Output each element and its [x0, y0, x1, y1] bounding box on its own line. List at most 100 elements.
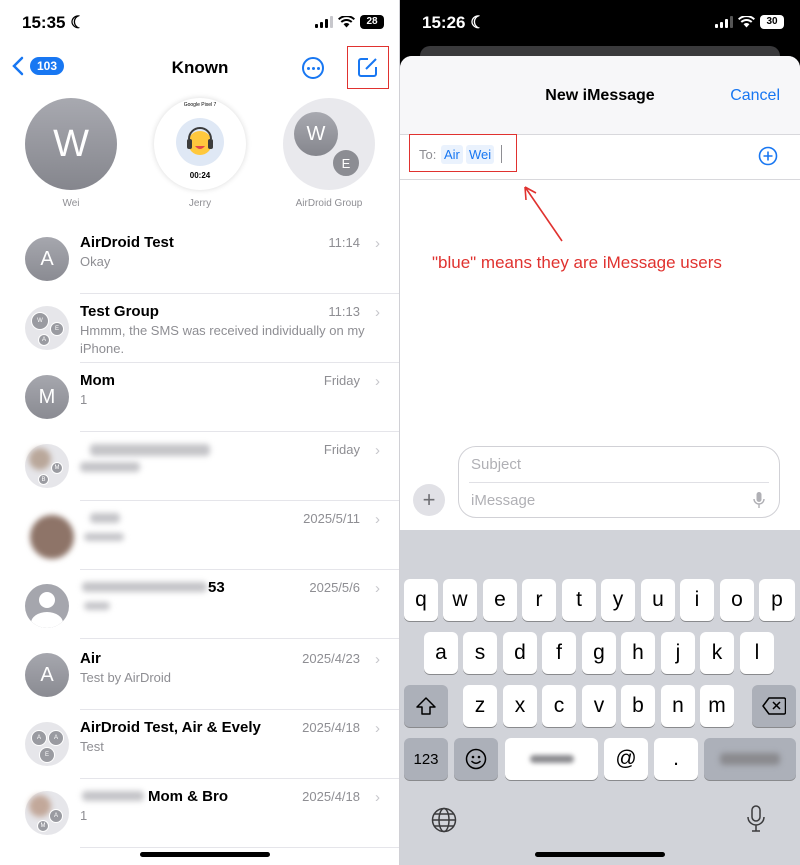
- subject-field[interactable]: Subject: [471, 456, 521, 473]
- key-g[interactable]: g: [582, 632, 616, 674]
- chevron-right-icon: ›: [375, 720, 380, 737]
- dictation-mic-icon[interactable]: [753, 491, 765, 509]
- conversation-row[interactable]: A M Mom & Bro 2025/4/18 › 1: [0, 779, 400, 848]
- signal-icon: [715, 16, 733, 28]
- globe-icon[interactable]: [431, 807, 457, 833]
- delete-key[interactable]: [752, 685, 796, 727]
- compose-icon[interactable]: [357, 56, 379, 78]
- home-indicator[interactable]: [535, 852, 665, 857]
- conversation-row[interactable]: A Air 2025/4/23 › Test by AirDroid: [0, 641, 400, 710]
- conversation-row[interactable]: A A E AirDroid Test, Air & Evely 2025/4/…: [0, 710, 400, 779]
- chevron-right-icon: ›: [375, 651, 380, 668]
- numbers-key[interactable]: 123: [404, 738, 448, 780]
- conversation-preview: Test: [80, 739, 104, 754]
- redacted-key-label: [720, 753, 780, 765]
- emoji-key[interactable]: [454, 738, 498, 780]
- avatar: A: [25, 237, 69, 281]
- key-l[interactable]: l: [740, 632, 774, 674]
- period-key[interactable]: .: [654, 738, 698, 780]
- key-r[interactable]: r: [522, 579, 556, 621]
- key-t[interactable]: t: [562, 579, 596, 621]
- home-indicator[interactable]: [140, 852, 270, 857]
- key-w[interactable]: w: [443, 579, 477, 621]
- conversation-row[interactable]: M B Friday ›: [0, 432, 400, 501]
- divider: [469, 482, 769, 483]
- redacted-preview: [80, 462, 140, 472]
- key-s[interactable]: s: [463, 632, 497, 674]
- cancel-button[interactable]: Cancel: [730, 87, 780, 105]
- chevron-right-icon: ›: [375, 511, 380, 528]
- key-m[interactable]: m: [700, 685, 734, 727]
- pinned-contact-wei[interactable]: W Wei: [25, 98, 117, 209]
- conversation-row[interactable]: M Mom Friday › 1: [0, 363, 400, 432]
- backspace-icon: [762, 697, 786, 715]
- chevron-right-icon: ›: [375, 580, 380, 597]
- recipient-chip-air[interactable]: Air: [441, 145, 463, 164]
- redacted-name: [90, 513, 120, 523]
- attachment-plus-button[interactable]: +: [413, 484, 445, 516]
- key-q[interactable]: q: [404, 579, 438, 621]
- conversation-preview: 1: [80, 392, 88, 407]
- conversation-time: 2025/5/6: [309, 580, 360, 595]
- space-key[interactable]: [505, 738, 598, 780]
- redacted-avatar: [30, 515, 74, 559]
- key-c[interactable]: c: [542, 685, 576, 727]
- battery-icon: 28: [360, 15, 384, 29]
- redacted-name: [82, 791, 144, 801]
- chevron-right-icon: ›: [375, 442, 380, 459]
- conversation-name: 53: [208, 579, 225, 596]
- conversation-row[interactable]: 2025/5/11 ›: [0, 501, 400, 570]
- wifi-icon: [338, 16, 355, 28]
- key-a[interactable]: a: [424, 632, 458, 674]
- key-o[interactable]: o: [720, 579, 754, 621]
- signal-icon: [315, 16, 333, 28]
- status-time: 15:35 ☾: [22, 13, 86, 32]
- key-e[interactable]: e: [483, 579, 517, 621]
- conversation-row[interactable]: A AirDroid Test 11:14 › Okay: [0, 225, 400, 294]
- pinned-contact-jerry[interactable]: Google Pixel 7 00:24 Jerry: [154, 98, 246, 209]
- redacted-preview: [84, 602, 110, 610]
- key-p[interactable]: p: [759, 579, 795, 621]
- key-n[interactable]: n: [661, 685, 695, 727]
- conversation-name: Air: [80, 650, 101, 667]
- conversation-preview: 1: [80, 808, 88, 823]
- pinned-name: Jerry: [188, 198, 212, 209]
- microphone-icon[interactable]: [747, 805, 765, 833]
- key-z[interactable]: z: [463, 685, 497, 727]
- conversation-time: 11:14: [328, 235, 360, 250]
- page-title: Known: [171, 58, 229, 77]
- group-avatar: M B: [25, 444, 69, 488]
- conversation-row[interactable]: W E A Test Group 11:13 › Hmmm, the SMS w…: [0, 294, 400, 363]
- chevron-right-icon: ›: [375, 304, 380, 321]
- new-imessage-screen: 15:26 ☾ 30 New iMessage Cancel To: Air W…: [400, 0, 800, 865]
- conversation-name: AirDroid Test, Air & Evely: [80, 719, 261, 736]
- key-x[interactable]: x: [503, 685, 537, 727]
- key-f[interactable]: f: [542, 632, 576, 674]
- battery-icon: 30: [760, 15, 784, 29]
- pinned-contact-airdroid-group[interactable]: W E AirDroid Group: [283, 98, 375, 209]
- conversation-name: Test Group: [80, 303, 159, 320]
- key-b[interactable]: b: [621, 685, 655, 727]
- key-y[interactable]: y: [601, 579, 635, 621]
- add-contact-icon[interactable]: [758, 146, 778, 166]
- shift-key[interactable]: [404, 685, 448, 727]
- conversation-row[interactable]: 53 2025/5/6 ›: [0, 570, 400, 639]
- key-i[interactable]: i: [680, 579, 714, 621]
- key-v[interactable]: v: [582, 685, 616, 727]
- conversation-name: AirDroid Test: [80, 234, 174, 251]
- key-j[interactable]: j: [661, 632, 695, 674]
- key-h[interactable]: h: [621, 632, 655, 674]
- at-key[interactable]: @: [604, 738, 648, 780]
- wifi-icon: [738, 16, 755, 28]
- annotation-text: "blue" means they are iMessage users: [432, 253, 722, 272]
- return-key[interactable]: [704, 738, 796, 780]
- key-d[interactable]: d: [503, 632, 537, 674]
- pinned-name: Wei: [62, 198, 80, 209]
- message-field[interactable]: iMessage: [471, 492, 535, 509]
- more-options-button[interactable]: [302, 57, 324, 79]
- key-k[interactable]: k: [700, 632, 734, 674]
- key-u[interactable]: u: [641, 579, 675, 621]
- keyboard: q w e r t y u i o p a s d f g h j k l z …: [400, 530, 800, 865]
- avatar: Google Pixel 7 00:24: [154, 98, 246, 190]
- recipient-chip-wei[interactable]: Wei: [466, 145, 495, 164]
